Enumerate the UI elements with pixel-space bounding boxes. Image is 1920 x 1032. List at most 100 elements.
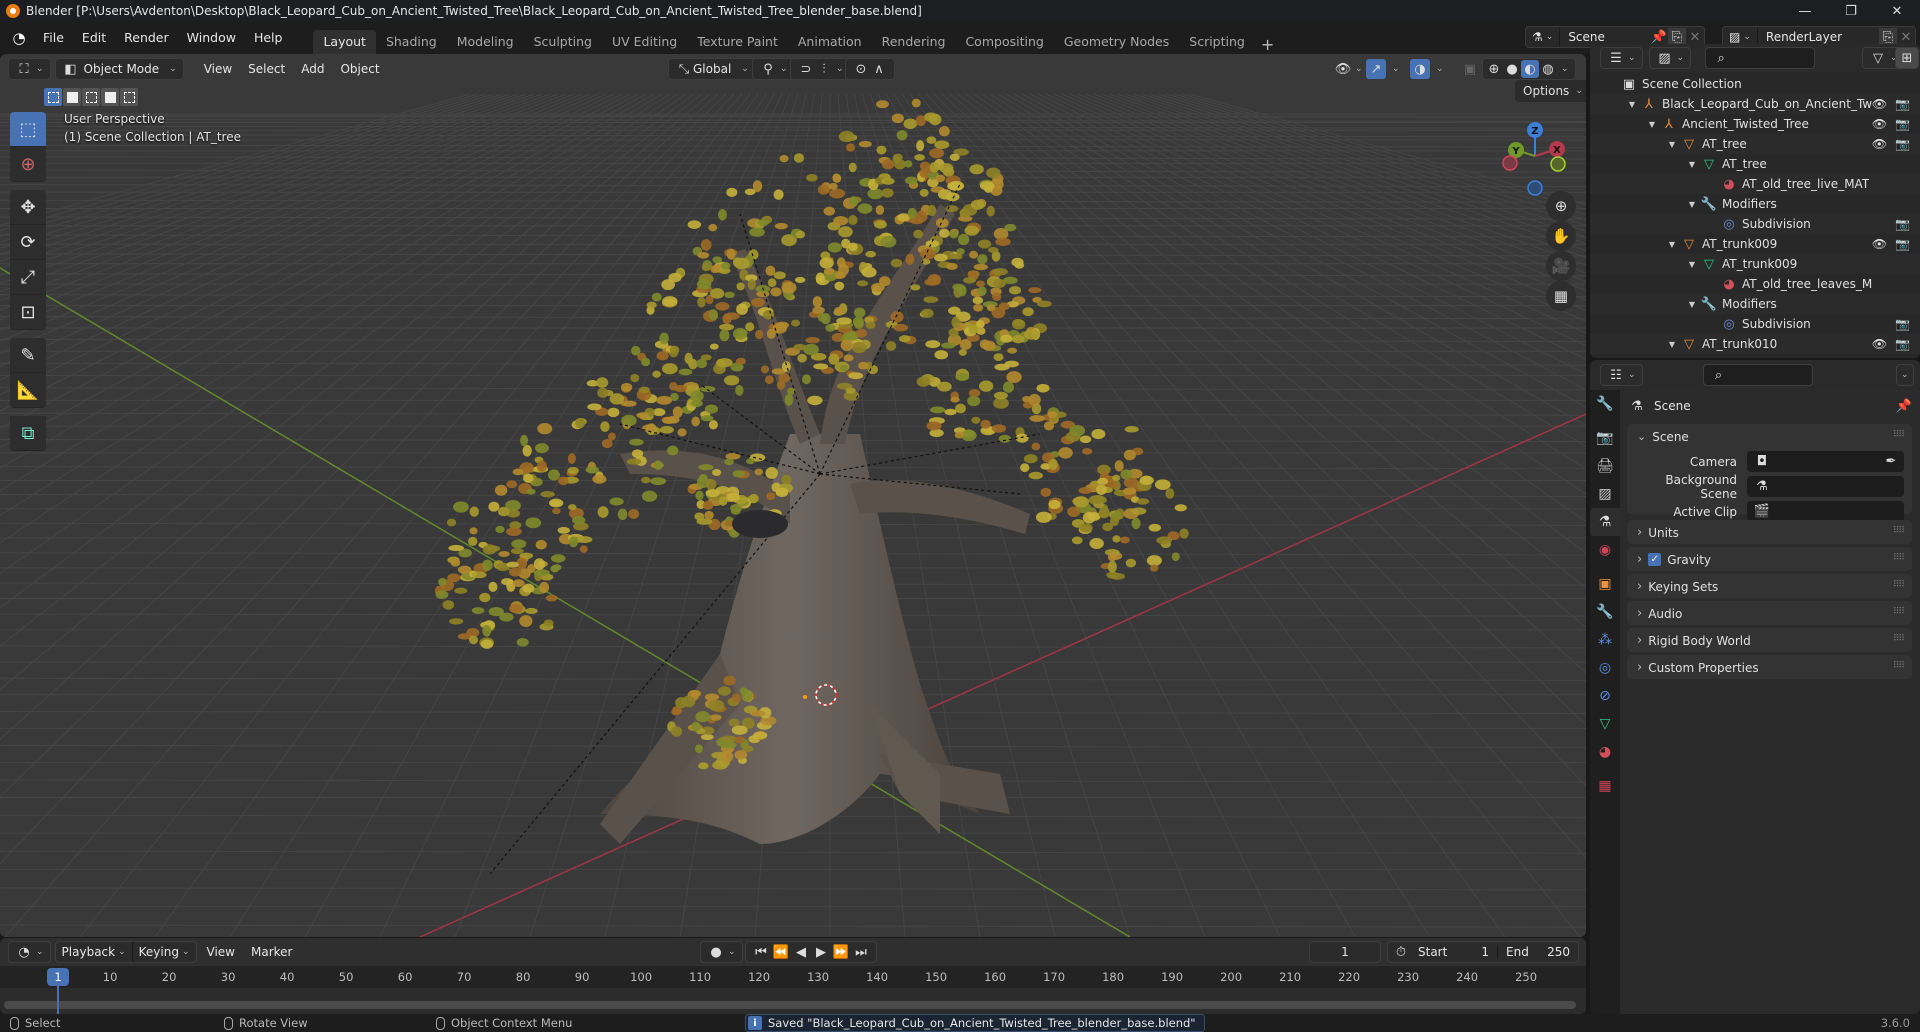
menu-edit[interactable]: Edit <box>73 27 115 49</box>
output-tab-icon[interactable]: 🖨 <box>1590 452 1620 480</box>
leopard-cub[interactable] <box>732 510 788 538</box>
properties-editor-type[interactable]: ☷ ⌄ <box>1600 364 1643 386</box>
xray-toggle[interactable]: ▣ <box>1455 58 1485 80</box>
texture-tab-icon[interactable]: ▦ <box>1590 772 1620 800</box>
properties-search[interactable]: ⌕ <box>1702 364 1813 386</box>
expand-toggle-icon[interactable]: ▼ <box>1666 140 1678 149</box>
expand-toggle-icon[interactable]: ▼ <box>1686 300 1698 309</box>
neg-y-axis-handle[interactable] <box>1550 156 1566 172</box>
maximize-button[interactable]: ❐ <box>1828 0 1874 22</box>
play-reverse-icon[interactable]: ◀ <box>792 943 810 961</box>
start-frame-field[interactable]: Start 1 <box>1410 945 1498 959</box>
render-camera-icon[interactable]: 📷 <box>1895 137 1910 151</box>
outliner-row[interactable]: ▼ ▽ AT_trunk009 <box>1590 254 1920 274</box>
outliner-editor-type[interactable]: ☰ ⌄ <box>1600 47 1643 69</box>
visibility-eye-icon[interactable]: 👁 <box>1872 117 1887 131</box>
display-mode-dropdown[interactable]: ▨ ⌄ <box>1648 47 1692 69</box>
tab-animation[interactable]: Animation <box>788 30 872 54</box>
blender-menu-icon[interactable]: ◔ <box>10 29 28 47</box>
outliner-item-label[interactable]: Ancient_Twisted_Tree <box>1682 117 1809 131</box>
drag-handle-icon[interactable]: ⠿⠿ <box>1893 430 1905 440</box>
outliner-item-label[interactable]: AT_trunk009 <box>1722 257 1797 271</box>
outliner-row[interactable]: ▼ ▽ AT_tree 👁 📷 <box>1590 134 1920 154</box>
render-camera-icon[interactable]: 📷 <box>1895 237 1910 251</box>
menu-select[interactable]: Select <box>242 58 291 80</box>
menu-marker[interactable]: Marker <box>245 941 298 963</box>
add-cube-tool-icon[interactable]: ⧉ <box>10 416 46 451</box>
select-new-icon[interactable] <box>44 88 62 106</box>
render-tab-icon[interactable]: 📷 <box>1590 424 1620 452</box>
outliner-row[interactable]: ◎ Subdivision 📷 <box>1590 314 1920 334</box>
tab-layout[interactable]: Layout <box>313 30 376 54</box>
scene-name[interactable]: Scene <box>1560 30 1650 44</box>
material-tab-icon[interactable]: ◕ <box>1590 738 1620 766</box>
panel-keying-sets[interactable]: › Keying Sets ⠿⠿ <box>1627 574 1912 598</box>
menu-add[interactable]: Add <box>295 58 330 80</box>
add-workspace-button[interactable]: + <box>1261 35 1274 54</box>
modifier-tab-icon[interactable]: 🔧 <box>1590 598 1620 626</box>
chevron-right-icon[interactable]: › <box>1637 579 1642 594</box>
timeline-editor[interactable]: ◔ ⌄ Playback ⌄ Keying ⌄ View Marker ● ⌄ ⏮ ⏪ … <box>0 938 1586 1014</box>
close-button[interactable]: ✕ <box>1874 0 1920 22</box>
snap-toggle[interactable]: ⊃ ⫶ ⌄ <box>790 58 851 80</box>
scene-icon[interactable]: ⚗ ⌄ <box>1526 27 1561 47</box>
material-preview-icon[interactable]: ◐ <box>1521 60 1539 78</box>
panel-units[interactable]: › Units ⠿⠿ <box>1627 520 1912 544</box>
menu-window[interactable]: Window <box>178 27 245 49</box>
drag-handle-icon[interactable]: ⠿⠿ <box>1893 634 1905 644</box>
menu-playback[interactable]: Playback ⌄ <box>56 941 132 963</box>
outliner-row[interactable]: ▣ Scene Collection <box>1590 74 1920 94</box>
expand-toggle-icon[interactable]: ▼ <box>1686 200 1698 209</box>
options-dropdown[interactable]: Options ⌄ <box>1515 80 1586 102</box>
cursor-tool-icon[interactable]: ⊕ <box>10 147 46 182</box>
menu-keying[interactable]: Keying ⌄ <box>131 941 196 963</box>
outliner-row[interactable]: ▼ 🔧 Modifiers <box>1590 294 1920 314</box>
current-frame-field[interactable]: 1 <box>1309 941 1381 963</box>
render-camera-icon[interactable]: 📷 <box>1895 317 1910 331</box>
panel-rigid-body-world[interactable]: › Rigid Body World ⠿⠿ <box>1627 628 1912 652</box>
outliner-item-label[interactable]: Modifiers <box>1722 197 1777 211</box>
solid-shading-icon[interactable]: ● <box>1503 60 1521 78</box>
outliner-item-label[interactable]: Scene Collection <box>1642 77 1742 91</box>
visibility-dropdown[interactable]: 👁 ⌄ <box>1328 58 1369 80</box>
transform-tool-icon[interactable]: ⊡ <box>10 295 46 330</box>
physics-tab-icon[interactable]: ◎ <box>1590 654 1620 682</box>
outliner-item-label[interactable]: AT_old_tree_leaves_MA <box>1742 277 1872 291</box>
tab-shading[interactable]: Shading <box>376 30 447 54</box>
proportional-editing-toggle[interactable]: ⊙ ∧ <box>845 58 895 80</box>
expand-toggle-icon[interactable]: ▼ <box>1646 120 1658 129</box>
neg-z-axis-handle[interactable] <box>1527 180 1543 196</box>
chevron-right-icon[interactable]: › <box>1637 606 1642 621</box>
current-frame-badge[interactable]: 1 <box>47 968 69 986</box>
drag-handle-icon[interactable]: ⠿⠿ <box>1893 607 1905 617</box>
overlays-toggle[interactable]: ◑ ⌄ <box>1410 58 1450 80</box>
pan-hand-icon[interactable]: ✋ <box>1546 221 1576 251</box>
viewport-scene[interactable] <box>0 54 1586 937</box>
outliner-row[interactable]: ▼ ▽ AT_trunk010 👁 📷 <box>1590 334 1920 354</box>
zoom-icon[interactable]: ⊕ <box>1546 191 1576 221</box>
outliner-item-label[interactable]: AT_old_tree_live_MAT <box>1742 177 1869 191</box>
data-tab-icon[interactable]: ▽ <box>1590 710 1620 738</box>
render-camera-icon[interactable]: 📷 <box>1895 117 1910 131</box>
editor-type-button[interactable]: ⛶ ⌄ <box>8 58 51 80</box>
expand-toggle-icon[interactable]: ▼ <box>1666 340 1678 349</box>
panel-gravity[interactable]: › ✓ Gravity ⠿⠿ <box>1627 547 1912 571</box>
jump-end-icon[interactable]: ⏭ <box>852 943 870 961</box>
tab-geometry-nodes[interactable]: Geometry Nodes <box>1054 30 1179 54</box>
outliner-item-label[interactable]: Subdivision <box>1742 217 1811 231</box>
menu-help[interactable]: Help <box>245 27 292 49</box>
next-keyframe-icon[interactable]: ⏩ <box>832 943 850 961</box>
move-tool-icon[interactable]: ✥ <box>10 190 46 225</box>
panel-audio[interactable]: › Audio ⠿⠿ <box>1627 601 1912 625</box>
properties-editor[interactable]: ☷ ⌄ ⌕ ⌄ 🔧 📷 🖨 ▨ ⚗ ◉ ▣ 🔧 ⁂ ◎ ⊘ ▽ ◕ ▦ ⚗ Sce… <box>1590 360 1920 1014</box>
ortho-grid-icon[interactable]: ▦ <box>1546 281 1576 311</box>
menu-timeline-view[interactable]: View <box>201 941 241 963</box>
gizmo-toggle[interactable]: ↗ ⌄ <box>1366 58 1406 80</box>
outliner-item-label[interactable]: AT_tree <box>1722 157 1767 171</box>
drag-handle-icon[interactable]: ⠿⠿ <box>1893 580 1905 590</box>
visibility-eye-icon[interactable]: 👁 <box>1872 137 1887 151</box>
scale-tool-icon[interactable]: ⤢ <box>10 260 46 295</box>
timeline-track[interactable] <box>0 988 1586 1014</box>
tab-scripting[interactable]: Scripting <box>1179 30 1255 54</box>
particles-tab-icon[interactable]: ⁂ <box>1590 626 1620 654</box>
